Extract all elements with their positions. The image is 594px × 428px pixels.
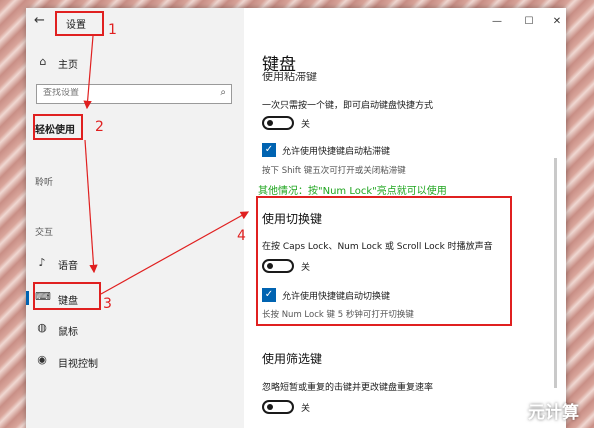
annotation-arrows bbox=[83, 35, 250, 295]
arrow-step-1-to-2 bbox=[83, 35, 94, 110]
arrow-step-2-to-3 bbox=[84, 139, 98, 274]
arrow-step-3-to-4 bbox=[100, 211, 250, 295]
watermark: 元计算 bbox=[528, 403, 579, 423]
